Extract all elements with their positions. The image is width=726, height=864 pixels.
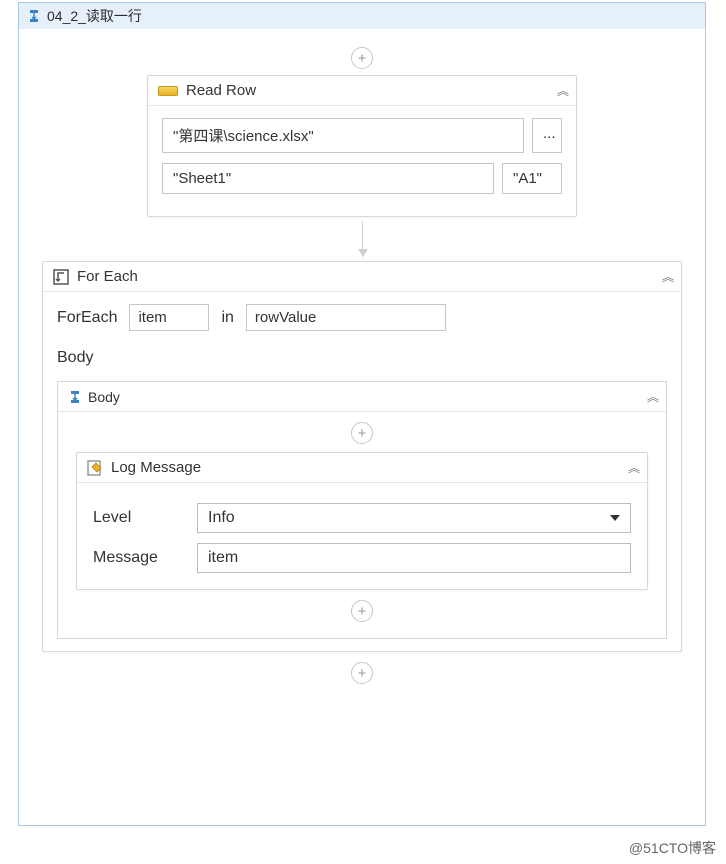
sequence-icon — [27, 9, 41, 23]
log-message-title: Log Message — [111, 459, 620, 476]
collapse-icon[interactable]: ︽ — [662, 268, 671, 285]
foreach-collection-input[interactable]: rowValue — [246, 304, 446, 331]
read-row-sheet-input[interactable]: "Sheet1" — [162, 163, 494, 194]
read-row-file-input[interactable]: "第四课\science.xlsx" — [162, 118, 524, 153]
add-activity-body-top[interactable]: + — [351, 422, 373, 444]
browse-button[interactable]: ... — [532, 118, 562, 153]
level-label: Level — [93, 509, 183, 527]
foreach-body: ForEach item in rowValue Body — [43, 292, 681, 651]
foreach-item-input[interactable]: item — [129, 304, 209, 331]
log-message-header[interactable]: Log Message ︽ — [77, 453, 647, 483]
chevron-down-icon — [610, 515, 620, 521]
add-activity-bottom[interactable]: + — [351, 662, 373, 684]
log-message-activity[interactable]: Log Message ︽ Level Info — [76, 452, 648, 590]
sequence-outer-body: + Read Row ︽ "第四课\science.xlsx" ... "She… — [19, 29, 705, 825]
foreach-label: ForEach — [57, 309, 117, 327]
sequence-outer-header[interactable]: 04_2_读取一行 — [19, 3, 705, 29]
sequence-outer-title: 04_2_读取一行 — [47, 6, 142, 26]
sequence-icon — [68, 390, 82, 404]
foreach-body-label: Body — [57, 349, 667, 367]
message-input[interactable]: item — [197, 543, 631, 573]
collapse-icon[interactable]: ︽ — [647, 388, 656, 405]
level-value: Info — [208, 509, 235, 527]
edit-icon — [87, 460, 103, 476]
read-row-header[interactable]: Read Row ︽ — [148, 76, 576, 106]
read-row-cell-input[interactable]: "A1" — [502, 163, 562, 194]
add-activity-top[interactable]: + — [351, 47, 373, 69]
body-sequence[interactable]: Body ︽ + — [57, 381, 667, 639]
body-sequence-header[interactable]: Body ︽ — [58, 382, 666, 412]
foreach-icon — [53, 269, 69, 285]
in-label: in — [221, 309, 233, 327]
foreach-expression-row: ForEach item in rowValue — [57, 304, 667, 331]
body-sequence-title: Body — [88, 389, 641, 405]
read-row-activity[interactable]: Read Row ︽ "第四课\science.xlsx" ... "Sheet… — [147, 75, 577, 217]
foreach-title: For Each — [77, 268, 654, 285]
connector-arrow — [362, 221, 363, 257]
read-row-icon — [158, 86, 178, 96]
level-select[interactable]: Info — [197, 503, 631, 533]
log-message-body: Level Info Message item — [77, 483, 647, 589]
body-sequence-body: + Log Message — [58, 412, 666, 638]
add-activity-body-bottom[interactable]: + — [351, 600, 373, 622]
message-value: item — [208, 549, 238, 567]
message-label: Message — [93, 549, 183, 567]
foreach-activity[interactable]: For Each ︽ ForEach item in rowValue Body — [42, 261, 682, 652]
watermark: @51CTO博客 — [629, 838, 716, 858]
collapse-icon[interactable]: ︽ — [557, 82, 566, 99]
read-row-title: Read Row — [186, 82, 549, 99]
sequence-outer: 04_2_读取一行 + Read Row ︽ "第四课\science.xlsx… — [18, 2, 706, 826]
collapse-icon[interactable]: ︽ — [628, 459, 637, 476]
foreach-header[interactable]: For Each ︽ — [43, 262, 681, 292]
read-row-body: "第四课\science.xlsx" ... "Sheet1" "A1" — [148, 106, 576, 216]
